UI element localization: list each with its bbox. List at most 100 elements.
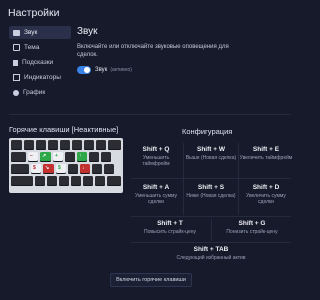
key-w: ↗ bbox=[40, 152, 51, 162]
grid-divider bbox=[131, 242, 291, 243]
key-a: $ bbox=[31, 164, 41, 174]
sound-panel: Звук Включайте или отключайте звуковые о… bbox=[77, 26, 292, 74]
hotkey-combo: Shift + A bbox=[142, 184, 170, 191]
hotkey-cell: Shift + D Увеличить сумму сделки bbox=[239, 179, 293, 217]
key bbox=[96, 140, 106, 150]
hotkey-cell: Shift + A Уменьшить сумму сделки bbox=[129, 179, 183, 217]
hotkey-cell: Shift + TAB Следующий избранный актив bbox=[129, 243, 293, 267]
hotkey-desc: Выше (Новая сделка) bbox=[185, 155, 237, 161]
key bbox=[11, 140, 22, 150]
hotkey-combo: Shift + Q bbox=[142, 146, 170, 153]
hotkey-desc: Уменьшить таймфрейм bbox=[142, 155, 170, 167]
key bbox=[71, 176, 81, 186]
key bbox=[104, 164, 114, 174]
key-g: ↓ bbox=[80, 164, 90, 174]
key bbox=[59, 176, 69, 186]
keyboard-illustration: − ↗ + ↑ $ ↘ $ ↓ bbox=[9, 138, 123, 193]
key bbox=[47, 176, 57, 186]
sidebar-item-theme[interactable]: Тема bbox=[9, 41, 71, 54]
key-d: $ bbox=[56, 164, 66, 174]
indicators-icon bbox=[13, 74, 20, 81]
theme-icon bbox=[13, 44, 20, 51]
section-title: Звук bbox=[77, 26, 98, 37]
sidebar-item-label: Звук bbox=[24, 29, 38, 36]
minus-icon: − bbox=[30, 153, 33, 159]
enable-hotkeys-button[interactable]: Включить горячие клавиши bbox=[110, 273, 192, 287]
hotkey-cell: Shift + Q Уменьшить таймфрейм bbox=[129, 141, 183, 179]
key bbox=[35, 176, 45, 186]
sidebar-item-label: Подсказки bbox=[22, 59, 54, 66]
sidebar-item-chart[interactable]: График bbox=[9, 86, 71, 99]
key bbox=[72, 140, 82, 150]
divider bbox=[9, 114, 291, 115]
toggle-label: Звук bbox=[95, 67, 108, 73]
hotkey-combo: Shift + TAB bbox=[193, 246, 229, 253]
dollar-plus-icon: $ bbox=[58, 165, 61, 171]
hotkey-desc: Увеличить таймфрейм bbox=[239, 155, 293, 161]
page-title: Настройки bbox=[8, 7, 60, 19]
settings-sidebar: Звук Тема Подсказки Индикаторы График bbox=[9, 26, 71, 101]
hotkey-combo: Shift + W bbox=[197, 146, 225, 153]
key bbox=[101, 152, 111, 162]
key bbox=[11, 164, 29, 174]
sidebar-item-tips[interactable]: Подсказки bbox=[9, 56, 71, 69]
key-e: + bbox=[53, 152, 63, 162]
dollar-minus-icon: $ bbox=[33, 165, 36, 171]
arrow-up-icon: ↑ bbox=[79, 153, 82, 159]
key bbox=[107, 176, 121, 186]
key bbox=[48, 140, 58, 150]
hotkey-combo: Shift + E bbox=[252, 146, 280, 153]
plus-icon: + bbox=[55, 153, 58, 159]
hotkey-desc: Ниже (Новая сделка) bbox=[186, 193, 236, 199]
sidebar-item-label: График bbox=[23, 89, 46, 96]
key bbox=[95, 176, 105, 186]
key bbox=[60, 140, 70, 150]
key bbox=[83, 176, 93, 186]
hotkey-desc: Повысить страйк-цену bbox=[143, 229, 197, 235]
hotkey-combo: Shift + G bbox=[238, 220, 266, 227]
hotkey-desc: Следующий избранный актив bbox=[176, 255, 246, 261]
key bbox=[36, 140, 46, 150]
key-t: ↑ bbox=[77, 152, 87, 162]
key bbox=[65, 152, 75, 162]
grid-divider bbox=[238, 143, 239, 215]
sidebar-item-label: Тема bbox=[24, 44, 40, 51]
key bbox=[11, 176, 33, 186]
speaker-icon bbox=[13, 29, 20, 36]
key bbox=[24, 140, 34, 150]
hotkey-combo: Shift + D bbox=[252, 184, 280, 191]
sidebar-item-sound[interactable]: Звук bbox=[9, 26, 71, 39]
key bbox=[89, 152, 99, 162]
hotkey-cell: Shift + G Понизить страйк-цену bbox=[211, 217, 293, 243]
key-q: − bbox=[28, 152, 38, 162]
sidebar-item-indicators[interactable]: Индикаторы bbox=[9, 71, 71, 84]
chart-icon bbox=[13, 89, 19, 96]
hotkey-cell: Shift + S Ниже (Новая сделка) bbox=[184, 179, 238, 217]
arrow-up-icon: ↗ bbox=[42, 153, 47, 159]
hotkey-desc: Уменьшить сумму сделки bbox=[135, 193, 177, 205]
hotkey-combo: Shift + T bbox=[157, 220, 183, 227]
grid-divider bbox=[131, 216, 291, 217]
hotkey-cell: Shift + W Выше (Новая сделка) bbox=[184, 141, 238, 179]
toggle-state: (активно) bbox=[110, 67, 132, 73]
key bbox=[11, 152, 26, 162]
key bbox=[68, 164, 78, 174]
arrow-down-icon: ↘ bbox=[45, 165, 50, 171]
toggle-knob bbox=[84, 67, 90, 73]
config-title: Конфигурация bbox=[182, 127, 233, 136]
hotkey-cell: Shift + E Увеличить таймфрейм bbox=[239, 141, 293, 179]
grid-divider bbox=[211, 219, 212, 241]
grid-divider bbox=[131, 178, 291, 179]
hotkey-desc: Понизить страйк-цену bbox=[226, 229, 278, 235]
grid-divider bbox=[183, 143, 184, 215]
tips-icon bbox=[13, 59, 18, 66]
sound-toggle[interactable] bbox=[77, 66, 91, 74]
sidebar-item-label: Индикаторы bbox=[24, 74, 61, 81]
hotkey-combo: Shift + S bbox=[197, 184, 225, 191]
hotkeys-title: Горячие клавиши [Неактивные] bbox=[9, 125, 119, 134]
arrow-down-icon: ↓ bbox=[82, 165, 85, 171]
key bbox=[84, 140, 94, 150]
key bbox=[108, 140, 121, 150]
hotkey-desc: Увеличить сумму сделки bbox=[246, 193, 286, 205]
hotkey-cell: Shift + T Повысить страйк-цену bbox=[129, 217, 211, 243]
